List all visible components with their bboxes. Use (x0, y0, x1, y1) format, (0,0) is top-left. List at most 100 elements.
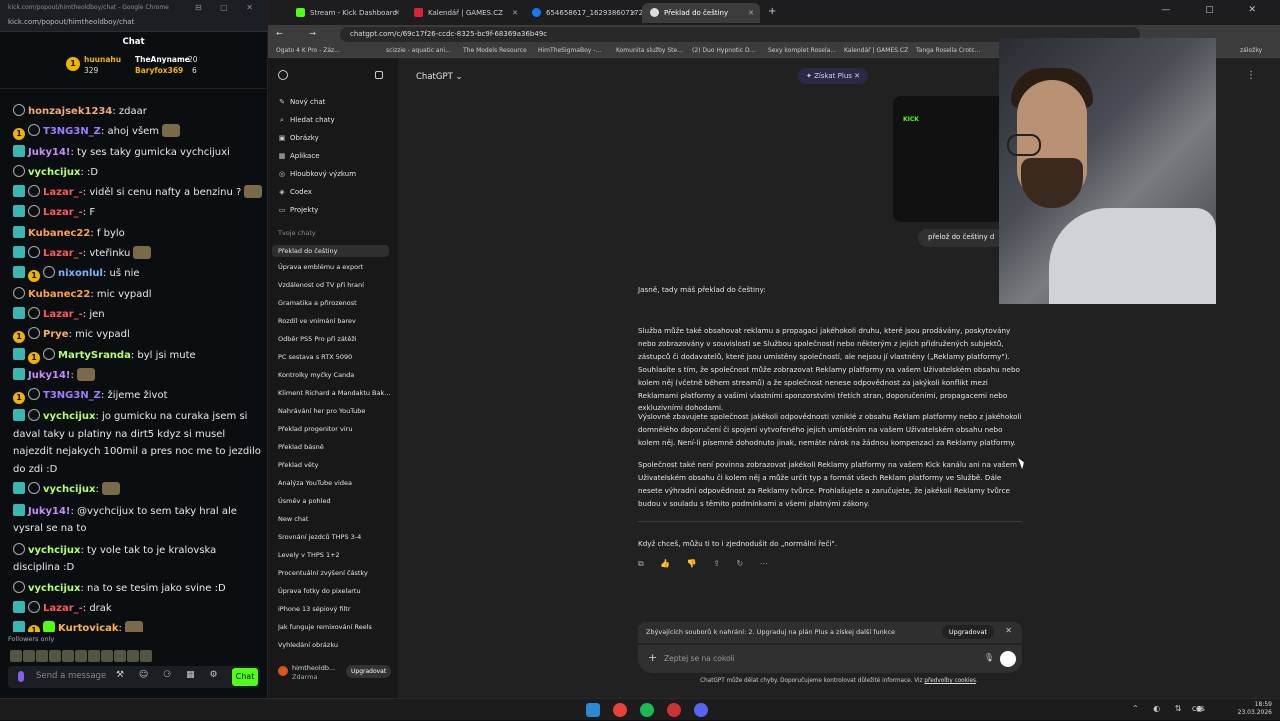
discord-icon[interactable] (694, 703, 709, 717)
tab-kick-dashboard[interactable]: Stream - Kick Dashboard ✕ (288, 3, 406, 23)
mic-icon[interactable] (18, 671, 24, 682)
chat-history-item[interactable]: Kontrolky myčky Canda (278, 371, 390, 379)
chat-username[interactable]: Prye (43, 329, 69, 340)
new-tab-icon[interactable]: + (768, 6, 776, 17)
chat-history-item[interactable]: Vzdálenost od TV při hraní (278, 281, 390, 289)
cookie-link[interactable]: předvolby cookies (924, 678, 976, 684)
chat-input-bar[interactable]: Send a message ⚒ ☺ ⚆ ▦ ⚙ Chat (8, 666, 260, 688)
chat-username[interactable]: Juky14! (28, 506, 71, 517)
chat-history-item[interactable]: iPhone 13 sépiový filtr (278, 605, 390, 613)
chat-username[interactable]: MartySranda (58, 350, 131, 361)
composer[interactable]: + Zeptej se na cokoli 🎙 (638, 645, 1022, 673)
openai-logo-icon[interactable] (278, 70, 288, 80)
chat-history-item[interactable]: Procentuální zvýšení částky (278, 569, 390, 577)
chat-history-item[interactable]: New chat (278, 515, 390, 523)
sidebar-item[interactable]: ◈ Codex (278, 188, 390, 196)
chat-username[interactable]: nixonlul (58, 268, 103, 279)
chat-username[interactable]: T3NG3N_Z (43, 126, 101, 137)
sidebar-item[interactable]: ▦ Aplikace (278, 152, 390, 160)
chrome-icon[interactable] (613, 703, 628, 717)
window-controls[interactable]: ⊟ ▢ ✕ (195, 3, 261, 12)
chat-username[interactable]: vychcijux (43, 484, 95, 495)
upgrade-button[interactable]: Upgradovat (941, 625, 994, 639)
emote-row[interactable] (10, 647, 170, 662)
model-selector[interactable]: ChatGPT ⌄ (416, 72, 463, 82)
sidebar-item[interactable]: ▣ Obrázky (278, 134, 390, 142)
chat-username[interactable]: Kubanec22 (28, 289, 90, 300)
close-icon[interactable]: ✕ (512, 3, 518, 23)
sidebar-item[interactable]: ◎ Hloubkový výzkum (278, 170, 390, 178)
tab-facebook[interactable]: 654658617_162938607172960...✕ (524, 3, 642, 23)
chat-username[interactable]: Juky14! (28, 147, 71, 158)
user-profile[interactable]: himtheoldb... Zdarma Upgradovat (278, 664, 392, 688)
start-icon[interactable] (586, 703, 600, 717)
add-attachment-icon[interactable]: + (648, 651, 657, 664)
gifter-name[interactable]: Baryfox369 (135, 66, 183, 75)
voice-mode-button[interactable] (1000, 651, 1016, 667)
chat-history-item[interactable]: Kliment Richard a Mandaktu Bak... (278, 389, 390, 397)
chat-history-item[interactable]: Jak funguje remixování Reels (278, 623, 390, 631)
sidebar-item[interactable]: ✎ Nový chat (278, 98, 390, 106)
close-icon[interactable]: ✕ (394, 3, 400, 23)
chat-history-item[interactable]: Gramatika a přirozenost (278, 299, 390, 307)
chat-history-item[interactable]: Úprava emblému a export (278, 263, 390, 271)
more-options-icon[interactable]: ⋮ (1246, 70, 1256, 81)
prompt-input[interactable]: Zeptej se na cokoli (664, 654, 735, 663)
bookmark-item[interactable]: Sexy komplet Rosela... (768, 47, 836, 54)
get-plus-button[interactable]: ✦ Získat Plus ✕ (798, 68, 869, 84)
chat-history-item[interactable]: Levely v THPS 1+2 (278, 551, 390, 559)
bookmark-item[interactable]: scizzie - aquatic ani... (386, 47, 451, 54)
sidebar-item[interactable]: ⌕ Hledat chaty (278, 116, 390, 125)
chat-username[interactable]: Lazar_- (43, 248, 83, 259)
chat-history-item[interactable]: Analýza YouTube videa (278, 479, 390, 487)
close-icon[interactable]: ✕ (748, 3, 754, 23)
language-indicator[interactable]: CES (1192, 705, 1205, 713)
chat-username[interactable]: honzajsek1234 (28, 106, 112, 117)
close-icon[interactable]: ✕ (630, 3, 636, 23)
tab-chatgpt[interactable]: Překlad do češtiny ✕ (642, 3, 760, 23)
chat-message-list[interactable]: honzajsek1234: zdaar 1 T3NG3N_Z: ahoj všem… (0, 102, 268, 632)
upgrade-button[interactable]: Upgradovat (346, 665, 392, 678)
chat-username[interactable]: T3NG3N_Z (43, 390, 101, 401)
chat-username[interactable]: Lazar_- (43, 187, 83, 198)
sidebar-item[interactable]: ▭ Projekty (278, 206, 390, 214)
bookmark-item[interactable]: Ogato 4 K Pro - Záz... (276, 47, 340, 54)
spotify-icon[interactable] (640, 703, 655, 717)
chat-send-button[interactable]: Chat (232, 668, 258, 686)
bookmark-item[interactable]: záložky (1240, 47, 1262, 54)
chat-history-item[interactable]: Rozdíl ve vnímání barev (278, 317, 390, 325)
chat-history-item[interactable]: Nahrávání her pro YouTube (278, 407, 390, 415)
chat-username[interactable]: vychcijux (28, 167, 80, 178)
chat-history-item[interactable]: Překlad básně (278, 443, 390, 451)
chat-history-item[interactable]: Srovnání jezdců THPS 3-4 (278, 533, 390, 541)
collapse-sidebar-icon[interactable] (375, 71, 383, 79)
chat-username[interactable]: vychcijux (28, 545, 80, 556)
chat-username[interactable]: Kurtovicak (58, 623, 119, 632)
chat-history-item[interactable]: Úsměv a pohled (278, 497, 390, 505)
chat-username[interactable]: Lazar_- (43, 309, 83, 320)
window-controls[interactable]: — ▢ ✕ (1161, 5, 1272, 15)
bookmark-item[interactable]: Komunita služby Ste... (616, 47, 683, 54)
tab-games-calendar[interactable]: Kalendář | GAMES.CZ ✕ (406, 3, 524, 23)
bookmark-item[interactable]: (2) Duo Hypnotic D... (692, 47, 755, 54)
message-actions[interactable]: ⧉ 👍 👎 ⇪ ↻ ⋯ (638, 559, 775, 569)
chat-username[interactable]: Kubanec22 (28, 228, 90, 239)
chat-username[interactable]: vychcijux (43, 411, 95, 422)
chrome-profile-icon[interactable] (667, 703, 682, 717)
chat-username[interactable]: Lazar_- (43, 207, 83, 218)
chat-history-item[interactable]: Překlad věty (278, 461, 390, 469)
chat-history-item[interactable]: Odběr PS5 Pro při zátěži (278, 335, 390, 343)
bookmark-item[interactable]: Kalendář | GAMES.CZ (844, 47, 908, 54)
chat-tools-icons[interactable]: ⚒ ☺ ⚆ ▦ ⚙ (116, 670, 224, 680)
chat-username[interactable]: Juky14! (28, 370, 71, 381)
bookmark-item[interactable]: HimTheSigmaBoy -... (538, 47, 601, 54)
chat-history-item[interactable]: Vyhledání obrázku (278, 641, 390, 649)
mic-icon[interactable]: 🎙 (984, 653, 994, 662)
bookmark-item[interactable]: The Models Resource (463, 47, 527, 54)
chat-username[interactable]: Lazar_- (43, 603, 83, 614)
chat-history-item[interactable]: Překlad do češtiny (272, 245, 389, 257)
bookmark-item[interactable]: Tanga Rosella Crotc... (916, 47, 980, 54)
chat-history-item[interactable]: Úprava fotky do pixelartu (278, 587, 390, 595)
gifter-name[interactable]: TheAnyname (135, 55, 190, 64)
avatar[interactable] (278, 666, 288, 676)
